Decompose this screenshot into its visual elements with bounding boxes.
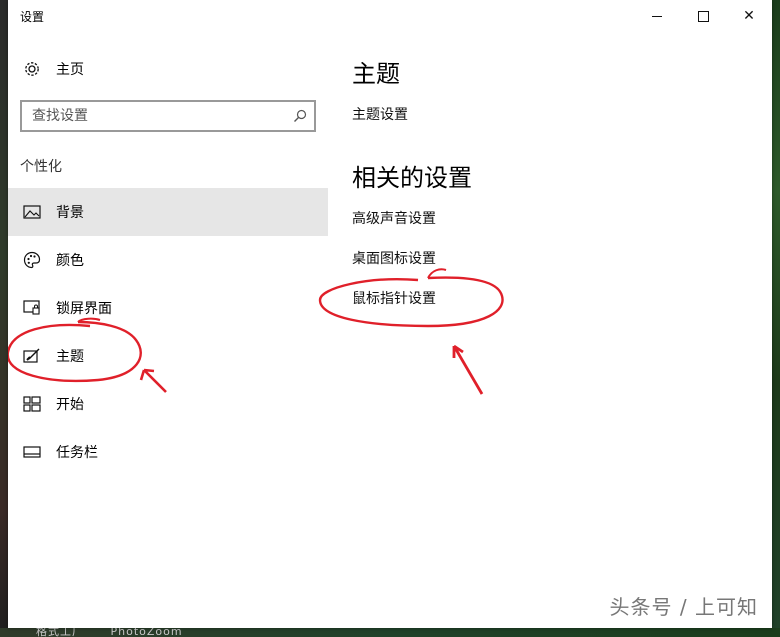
close-button[interactable]: ✕ [726,0,772,32]
maximize-button[interactable] [680,0,726,32]
maximize-icon [697,10,709,22]
sidebar-item-label: 主题 [56,349,84,365]
theme-settings-link[interactable]: 主题设置 [352,104,408,124]
theme-brush-icon [22,346,42,366]
watermark: 头条号 / 上可知 [609,595,758,619]
start-grid-icon [22,394,42,414]
desktop-taskbar-strip: 格式工厂 PhotoZoom [0,625,780,637]
close-icon: ✕ [743,8,755,24]
sidebar-item-taskbar[interactable]: 任务栏 [8,428,328,476]
taskbar-icon [22,442,42,462]
sidebar-item-lock-screen[interactable]: 锁屏界面 [8,284,328,332]
sidebar-item-background[interactable]: 背景 [8,188,328,236]
sidebar-item-home[interactable]: 主页 [8,52,328,86]
sidebar-item-label: 开始 [56,397,84,413]
sidebar-item-label: 任务栏 [56,445,98,461]
window-title: 设置 [20,10,45,24]
search-icon[interactable] [292,108,308,124]
sidebar-item-start[interactable]: 开始 [8,380,328,428]
sidebar-item-color[interactable]: 颜色 [8,236,328,284]
minimize-button[interactable] [634,0,680,32]
page-title: 主题 [352,60,400,88]
mouse-pointer-settings-link[interactable]: 鼠标指针设置 [352,288,436,308]
annotation-circle-tail [427,268,447,279]
search-box[interactable] [20,100,316,132]
sidebar-item-label: 锁屏界面 [56,301,112,317]
gear-icon [22,59,42,79]
sidebar-item-label: 主页 [56,62,84,78]
search-input[interactable] [22,107,292,125]
title-bar: 设置 ✕ [8,0,772,32]
related-settings-title: 相关的设置 [352,164,472,192]
desktop-left-edge [0,0,8,637]
advanced-sound-settings-link[interactable]: 高级声音设置 [352,208,436,228]
settings-window: 设置 ✕ 主页 个性化 [8,0,772,628]
desktop-icon-settings-link[interactable]: 桌面图标设置 [352,248,436,268]
annotation-arrow-mouse-pointer [452,344,484,395]
sidebar-item-themes[interactable]: 主题 [8,332,328,380]
picture-icon [22,202,42,222]
lock-screen-icon [22,298,42,318]
desktop-right-edge [772,0,780,637]
section-label-personalization: 个性化 [20,159,62,175]
sidebar-item-label: 背景 [56,205,84,221]
minimize-icon [652,15,662,17]
sidebar-item-label: 颜色 [56,253,84,269]
palette-icon [22,250,42,270]
sidebar-nav: 背景 颜色 锁屏界面 主题 开始 任务栏 [8,188,328,476]
